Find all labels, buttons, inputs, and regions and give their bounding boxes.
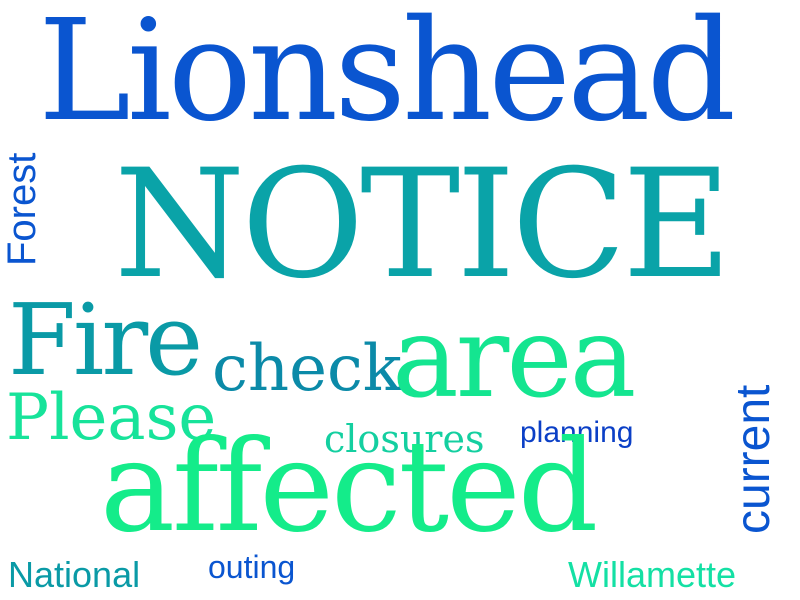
word-forest: Forest [0, 152, 44, 266]
word-outing: outing [208, 549, 296, 585]
word-affected: affected [100, 413, 598, 560]
word-check: check [212, 332, 402, 406]
word-lionshead: Lionshead [38, 0, 736, 153]
word-current: current [727, 384, 780, 534]
word-notice: NOTICE [114, 138, 732, 312]
word-fire: Fire [8, 284, 203, 398]
word-national: National [8, 554, 141, 595]
word-area: area [392, 293, 636, 423]
word-willamette: Willamette [568, 554, 737, 595]
